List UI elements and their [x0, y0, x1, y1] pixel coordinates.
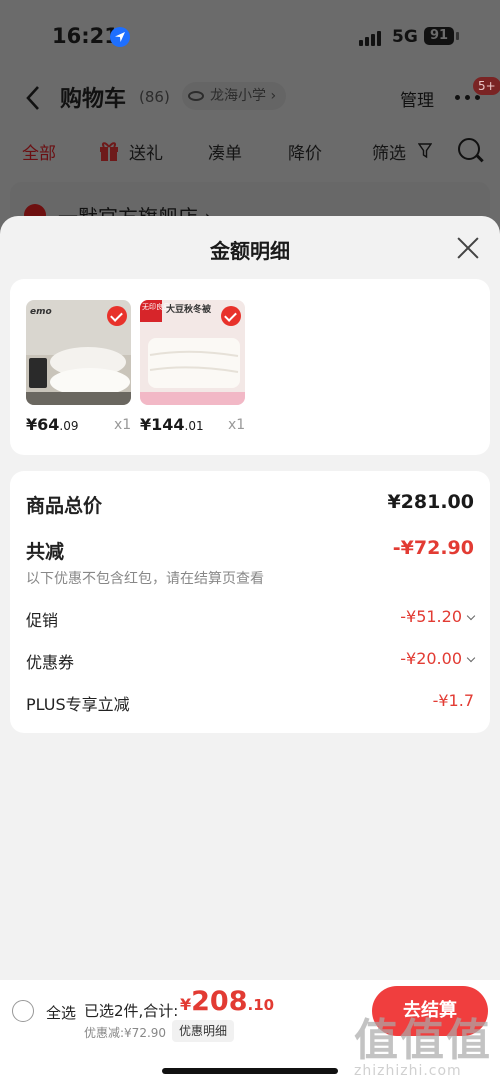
product-quantity: x1 [114, 417, 132, 433]
price-summary-card: 商品总价 ¥281.00 共减 -¥72.90 以下优惠不包含红包，请在结算页查… [10, 471, 490, 733]
gift-icon [100, 142, 118, 161]
price-decimal: .09 [59, 419, 79, 433]
network-type: 5G [392, 27, 418, 47]
location-arrow-icon [110, 27, 130, 47]
goods-total-label: 商品总价 [26, 495, 103, 517]
search-icon[interactable] [458, 138, 480, 160]
price-integer: ¥64 [26, 415, 60, 434]
promotion-label: 促销 [26, 611, 59, 630]
home-indicator [162, 1068, 338, 1074]
product-quantity: x1 [228, 417, 246, 433]
brand-logo: emo [30, 307, 52, 317]
total-integer: 208 [191, 986, 248, 1017]
filter-funnel-icon [418, 143, 432, 159]
eye-icon [188, 91, 204, 101]
status-time: 16:21 [52, 24, 119, 48]
coupon-label: 优惠券 [26, 653, 75, 672]
price-decimal: .01 [184, 419, 204, 433]
site-watermark: 值值值 zhizhizhi.com [340, 988, 500, 1084]
checked-icon [221, 306, 241, 326]
cellular-signal-icon [359, 30, 383, 46]
battery-cap [456, 32, 459, 40]
sheet-title: 金额明细 [210, 239, 290, 263]
plus-discount-label: PLUS专享立减 [26, 695, 130, 714]
tab-price-drop[interactable]: 降价 [288, 139, 322, 164]
tab-all[interactable]: 全部 [22, 139, 56, 164]
select-all-checkbox[interactable] [12, 1000, 34, 1022]
product-price: ¥144.01 [140, 415, 204, 434]
manage-button[interactable]: 管理 [400, 86, 434, 111]
product-price: ¥64.09 [26, 415, 79, 434]
back-arrow-icon[interactable] [22, 84, 44, 112]
total-decimal: .10 [247, 996, 275, 1014]
discount-hint: 以下优惠不包含红包，请在结算页查看 [26, 571, 264, 587]
watermark-logo: 值值值 [354, 1015, 492, 1066]
watermark-url: zhizhizhi.com [354, 1063, 462, 1079]
total-price: ¥208.10 [180, 986, 274, 1017]
page-title: 购物车 [60, 87, 127, 112]
delivery-location-label: 龙海小学 [210, 88, 266, 104]
discount-amount: 优惠减:¥72.90 [84, 1026, 167, 1040]
promotion-row[interactable]: -¥51.20 [400, 607, 476, 626]
tab-gift[interactable]: 送礼 [129, 139, 163, 164]
tab-filter[interactable]: 筛选 [372, 139, 406, 164]
total-reduction-label: 共减 [26, 541, 65, 563]
tab-bundle[interactable]: 凑单 [208, 139, 242, 164]
product-headline: 大豆秋冬被 [166, 303, 212, 315]
cart-count: (86) [139, 88, 170, 106]
chevron-down-icon [466, 653, 476, 663]
promotion-value: -¥51.20 [400, 607, 462, 626]
coupon-row[interactable]: -¥20.00 [400, 649, 476, 668]
cart-nav-bar: 购物车 (86) 龙海小学 › 管理 5+ [0, 70, 500, 125]
message-badge: 5+ [472, 76, 500, 96]
select-all-label[interactable]: 全选 [46, 1002, 76, 1023]
status-bar: 16:21 5G 91 [0, 0, 500, 70]
total-currency: ¥ [180, 995, 192, 1014]
close-icon[interactable] [456, 236, 480, 260]
selected-goods-card: emo ¥64.09 x1 无印良品 大豆秋冬被 ¥144.01 x1 [10, 279, 490, 455]
battery-icon: 91 [424, 27, 454, 45]
total-reduction-value: -¥72.90 [392, 537, 474, 559]
goods-total-value: ¥281.00 [387, 491, 474, 513]
chevron-down-icon [466, 611, 476, 621]
price-detail-sheet: 金额明细 emo ¥64.09 x1 无印良品 大豆秋冬被 ¥144.01 x1… [0, 216, 500, 980]
delivery-location[interactable]: 龙海小学 › [182, 82, 287, 110]
checked-icon [107, 306, 127, 326]
plus-discount-value: -¥1.7 [432, 691, 474, 710]
coupon-value: -¥20.00 [400, 649, 462, 668]
discount-detail-button[interactable]: 优惠明细 [172, 1020, 235, 1042]
selected-count: 已选2件,合计: [84, 1002, 179, 1020]
price-integer: ¥144 [140, 415, 185, 434]
quilt-product-thumbnail: 无印良品 大豆秋冬被 [140, 300, 245, 405]
pillow-product-thumbnail: emo [26, 300, 131, 405]
